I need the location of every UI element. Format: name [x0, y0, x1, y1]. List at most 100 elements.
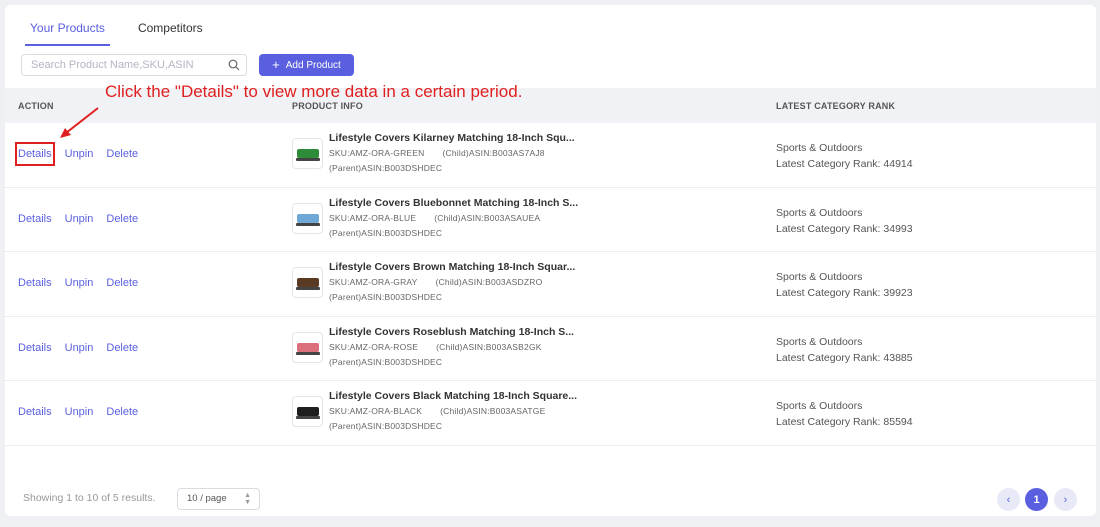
category-name: Sports & Outdoors — [776, 142, 863, 154]
unpin-link[interactable]: Unpin — [65, 213, 94, 225]
category-rank: Sports & Outdoors Latest Category Rank: … — [776, 205, 913, 237]
child-asin: (Child)ASIN:B003ASB2GK — [436, 341, 542, 352]
delete-link[interactable]: Delete — [106, 277, 138, 289]
tab-competitors[interactable]: Competitors — [136, 20, 205, 46]
product-table-body: Details Unpin Delete Lifestyle Covers Ki… — [5, 123, 1096, 446]
unpin-link[interactable]: Unpin — [65, 406, 94, 418]
row-actions: Details Unpin Delete — [15, 142, 138, 166]
add-product-button[interactable]: + Add Product — [259, 54, 354, 76]
category-rank: Sports & Outdoors Latest Category Rank: … — [776, 398, 913, 430]
table-row: Details Unpin Delete Lifestyle Covers Bl… — [5, 381, 1096, 446]
tab-your-products[interactable]: Your Products — [25, 20, 110, 46]
search-input[interactable] — [22, 55, 212, 75]
product-info: Lifestyle Covers Roseblush Matching 18-I… — [329, 326, 574, 367]
product-thumbnail — [292, 202, 323, 234]
sku: SKU:AMZ-ORA-ROSE — [329, 341, 419, 352]
product-title[interactable]: Lifestyle Covers Brown Matching 18-Inch … — [329, 261, 575, 273]
product-meta: SKU:AMZ-ORA-BLACK (Child)ASIN:B003ASATGE — [329, 406, 577, 416]
unpin-link[interactable]: Unpin — [65, 277, 94, 289]
product-info: Lifestyle Covers Kilarney Matching 18-In… — [329, 132, 575, 173]
unpin-link[interactable]: Unpin — [65, 148, 94, 160]
chevron-right-icon: › — [1063, 493, 1068, 506]
row-actions: Details Unpin Delete — [18, 342, 138, 354]
product-meta: SKU:AMZ-ORA-ROSE (Child)ASIN:B003ASB2GK — [329, 342, 574, 352]
product-title[interactable]: Lifestyle Covers Kilarney Matching 18-In… — [329, 132, 575, 144]
product-meta: SKU:AMZ-ORA-GREEN (Child)ASIN:B003AS7AJ8 — [329, 148, 575, 158]
parent-asin: (Parent)ASIN:B003DSHDEC — [329, 421, 443, 431]
rank-value: Latest Category Rank: 43885 — [776, 351, 913, 364]
parent-asin: (Parent)ASIN:B003DSHDEC — [329, 163, 443, 173]
row-actions: Details Unpin Delete — [18, 406, 138, 418]
category-rank: Sports & Outdoors Latest Category Rank: … — [776, 140, 913, 172]
child-asin: (Child)ASIN:B003ASDZRO — [435, 277, 543, 287]
product-title[interactable]: Lifestyle Covers Roseblush Matching 18-I… — [329, 326, 574, 338]
sofa-cover-image — [295, 407, 320, 419]
tab-bar: Your Products Competitors — [25, 20, 231, 46]
child-asin: (Child)ASIN:B003ASATGE — [440, 406, 546, 416]
search-icon[interactable] — [228, 59, 240, 71]
results-summary: Showing 1 to 10 of 5 results. — [23, 492, 156, 504]
category-name: Sports & Outdoors — [776, 400, 863, 412]
search-box — [21, 54, 247, 76]
products-panel: Your Products Competitors + Add Product … — [5, 5, 1096, 516]
page-size-select[interactable]: 10 / page ▲ ▼ — [177, 488, 260, 510]
table-row: Details Unpin Delete Lifestyle Covers Ro… — [5, 317, 1096, 381]
page-size-value: 10 / page — [187, 493, 227, 504]
product-meta: SKU:AMZ-ORA-GRAY (Child)ASIN:B003ASDZRO — [329, 277, 575, 287]
header-product-info: PRODUCT INFO — [292, 101, 363, 111]
product-thumbnail — [292, 331, 323, 363]
product-thumbnail — [292, 267, 323, 298]
row-actions: Details Unpin Delete — [18, 213, 138, 225]
unpin-link[interactable]: Unpin — [65, 342, 94, 354]
rank-value: Latest Category Rank: 85594 — [776, 416, 913, 428]
category-rank: Sports & Outdoors Latest Category Rank: … — [776, 269, 913, 301]
details-link[interactable]: Details — [15, 142, 55, 166]
delete-link[interactable]: Delete — [106, 213, 138, 225]
category-name: Sports & Outdoors — [776, 271, 863, 283]
annotation-callout: Click the "Details" to view more data in… — [105, 82, 523, 101]
updown-caret-icon: ▲ ▼ — [244, 492, 251, 506]
prev-page-button[interactable]: ‹ — [997, 488, 1020, 511]
page-button-current[interactable]: 1 — [1025, 488, 1048, 511]
table-row: Details Unpin Delete Lifestyle Covers Br… — [5, 252, 1096, 317]
product-info: Lifestyle Covers Brown Matching 18-Inch … — [329, 261, 575, 302]
details-link[interactable]: Details — [18, 342, 52, 354]
delete-link[interactable]: Delete — [106, 148, 138, 160]
parent-asin: (Parent)ASIN:B003DSHDEC — [329, 227, 443, 238]
product-title[interactable]: Lifestyle Covers Black Matching 18-Inch … — [329, 390, 577, 402]
chevron-left-icon: ‹ — [1006, 493, 1011, 506]
sku: SKU:AMZ-ORA-GREEN — [329, 148, 425, 158]
sku: SKU:AMZ-ORA-BLUE — [329, 212, 417, 223]
header-latest-category-rank: LATEST CATEGORY RANK — [776, 101, 896, 111]
rank-value: Latest Category Rank: 44914 — [776, 158, 913, 170]
sofa-cover-image — [295, 278, 320, 290]
category-name: Sports & Outdoors — [776, 335, 863, 348]
product-meta: SKU:AMZ-ORA-BLUE (Child)ASIN:B003ASAUEA — [329, 213, 578, 223]
sofa-cover-image — [295, 213, 320, 226]
product-info: Lifestyle Covers Bluebonnet Matching 18-… — [329, 197, 578, 238]
delete-link[interactable]: Delete — [106, 342, 138, 354]
add-product-label: Add Product — [285, 59, 341, 71]
category-name: Sports & Outdoors — [776, 206, 863, 219]
next-page-button[interactable]: › — [1054, 488, 1077, 511]
parent-asin: (Parent)ASIN:B003DSHDEC — [329, 292, 443, 302]
sofa-cover-image — [295, 342, 320, 355]
sku: SKU:AMZ-ORA-BLACK — [329, 406, 423, 416]
category-rank: Sports & Outdoors Latest Category Rank: … — [776, 334, 913, 366]
details-link[interactable]: Details — [18, 406, 52, 418]
sku: SKU:AMZ-ORA-GRAY — [329, 277, 418, 287]
rank-value: Latest Category Rank: 34993 — [776, 222, 913, 235]
table-row: Details Unpin Delete Lifestyle Covers Ki… — [5, 123, 1096, 188]
details-link[interactable]: Details — [18, 213, 52, 225]
header-action: ACTION — [18, 101, 54, 111]
product-thumbnail — [292, 396, 323, 427]
product-title[interactable]: Lifestyle Covers Bluebonnet Matching 18-… — [329, 197, 578, 209]
details-link[interactable]: Details — [18, 277, 52, 289]
rank-value: Latest Category Rank: 39923 — [776, 287, 913, 299]
product-thumbnail — [292, 138, 323, 169]
child-asin: (Child)ASIN:B003ASAUEA — [434, 212, 541, 223]
plus-icon: + — [272, 57, 280, 72]
sofa-cover-image — [295, 149, 320, 161]
row-actions: Details Unpin Delete — [18, 277, 138, 289]
delete-link[interactable]: Delete — [106, 406, 138, 418]
